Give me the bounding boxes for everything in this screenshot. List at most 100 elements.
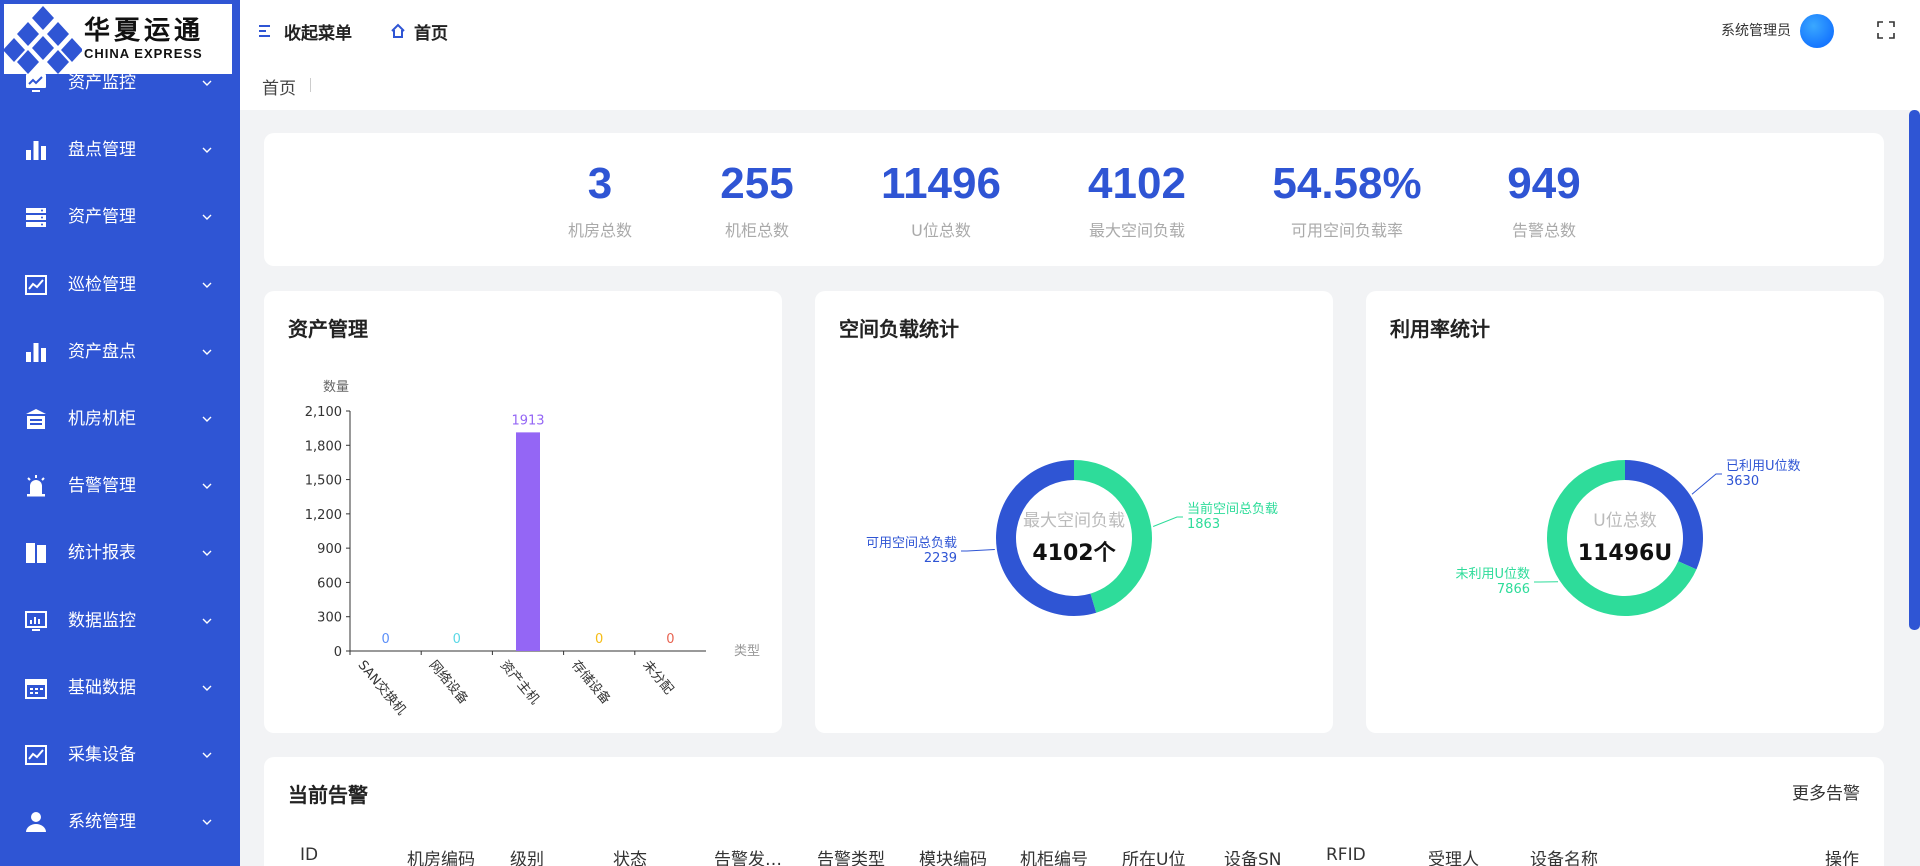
- page-scrollbar[interactable]: [1909, 110, 1920, 630]
- stat-item: 54.58% 可用空间负载率: [1257, 157, 1437, 241]
- alarm-card-title: 当前告警: [288, 783, 368, 807]
- calendar-icon: [25, 678, 47, 699]
- chevron-down-icon: [202, 349, 212, 355]
- sidebar-item-11[interactable]: 采集设备: [0, 735, 240, 775]
- sidebar-item-label: 采集设备: [68, 745, 136, 765]
- avatar[interactable]: [1800, 14, 1834, 48]
- y-tick-label: 1,800: [305, 439, 342, 454]
- y-tick-label: 1,500: [305, 474, 342, 489]
- sidebar-item-label: 系统管理: [68, 812, 136, 833]
- collapse-menu-label: 收起菜单: [284, 23, 352, 44]
- bar-value-label: 0: [666, 632, 674, 647]
- y-tick-label: 2,100: [305, 405, 342, 420]
- table-column-header[interactable]: 级别: [510, 845, 544, 866]
- table-column-header[interactable]: 设备名称: [1530, 845, 1598, 866]
- tab-home[interactable]: 首页: [390, 18, 448, 44]
- table-column-header[interactable]: 操作: [1825, 845, 1859, 866]
- bar: [516, 432, 540, 651]
- table-column-header[interactable]: 设备SN: [1224, 845, 1282, 866]
- bar-value-label: 1913: [511, 413, 544, 428]
- slice-value-label: 3630: [1726, 474, 1759, 489]
- x-tick-label: 未分配: [639, 658, 676, 698]
- table-column-header[interactable]: RFID: [1326, 845, 1366, 865]
- user-name[interactable]: 系统管理员: [1721, 20, 1791, 40]
- sidebar-item-label: 基础数据: [68, 677, 136, 698]
- stat-item: 3 机房总数: [510, 157, 690, 241]
- space-load-card: 空间负载统计 当前空间总负载 1863 可用空间总负载 2239 最大空间负载 4102个: [815, 291, 1333, 733]
- chevron-down-icon: [202, 282, 212, 288]
- donut-slice: [995, 460, 1097, 616]
- sidebar-item-9[interactable]: 数据监控: [0, 601, 240, 641]
- slice-value-label: 2239: [924, 551, 957, 566]
- utilization-card: 利用率统计 已利用U位数 3630 未利用U位数 7866 U位总数 11496U: [1366, 291, 1884, 733]
- sidebar-item-8[interactable]: 统计报表: [0, 533, 240, 573]
- sidebar-item-label: 机房机柜: [68, 409, 136, 429]
- sidebar-item-12[interactable]: 系统管理: [0, 802, 240, 842]
- table-column-header[interactable]: 告警发…: [714, 845, 782, 866]
- chevron-down-icon: [202, 483, 212, 490]
- table-column-header[interactable]: 状态: [613, 845, 647, 866]
- stat-value: 255: [720, 159, 794, 208]
- sidebar-item-label: 盘点管理: [68, 140, 136, 161]
- fullscreen-icon[interactable]: [1876, 20, 1896, 40]
- sidebar-item-4[interactable]: 巡检管理: [0, 265, 240, 305]
- bar-value-label: 0: [381, 632, 389, 647]
- chevron-down-icon: [202, 618, 212, 624]
- bar-value-label: 0: [595, 632, 603, 647]
- stat-label: 可用空间负载率: [1290, 221, 1403, 240]
- line-chart-icon: [25, 274, 47, 295]
- table-column-header[interactable]: 告警类型: [817, 845, 885, 866]
- x-tick-label: 资产主机: [497, 658, 542, 707]
- sidebar-item-label: 数据监控: [68, 610, 136, 631]
- monitor-chart-icon: [26, 74, 46, 92]
- stat-value: 4102: [1088, 159, 1186, 208]
- sidebar-item-2[interactable]: 盘点管理: [0, 130, 240, 170]
- table-column-header[interactable]: 机房编码: [407, 845, 475, 866]
- table-column-header[interactable]: ID: [300, 845, 318, 865]
- more-alarms-link[interactable]: 更多告警: [1792, 779, 1860, 804]
- alarm-card: 当前告警 更多告警 ID 机房编码 级别 状态 告警发… 告警类型 模块编码 机柜编号 所在U位…: [264, 757, 1884, 866]
- table-column-header[interactable]: 机柜编号: [1020, 845, 1088, 866]
- stat-value: 11496: [881, 159, 1001, 208]
- line-chart-icon: [25, 745, 47, 765]
- sidebar-item-3[interactable]: 资产管理: [0, 197, 240, 237]
- logo-chinese: 华夏运通: [84, 16, 205, 46]
- stat-label: 告警总数: [1511, 221, 1576, 240]
- stat-label: 最大空间负载: [1088, 221, 1185, 240]
- sidebar-item-10[interactable]: 基础数据: [0, 668, 240, 708]
- slice-value-label: 1863: [1187, 517, 1220, 532]
- home-icon: [391, 23, 405, 38]
- slice-name-label: 当前空间总负载: [1187, 501, 1278, 517]
- bar-chart-icon: [26, 141, 46, 161]
- y-tick-label: 0: [334, 645, 342, 660]
- chevron-down-icon: [202, 550, 212, 557]
- sidebar-item-1[interactable]: 资产监控: [0, 63, 240, 103]
- breadcrumb-bar: 首页: [240, 62, 1920, 110]
- chevron-down-icon: [202, 685, 212, 691]
- table-column-header[interactable]: 模块编码: [919, 845, 987, 866]
- server-icon: [26, 208, 46, 228]
- stat-item: 255 机柜总数: [667, 157, 847, 241]
- alarm-icon: [27, 475, 45, 497]
- collapse-menu-button[interactable]: 收起菜单: [258, 18, 352, 44]
- x-tick-label: SAN交换机: [355, 657, 410, 718]
- space-load-donut-chart: 当前空间总负载1863 可用空间总负载2239 最大空间负载 4102个: [866, 460, 1278, 616]
- report-icon: [26, 543, 46, 564]
- slice-name-label: 可用空间总负载: [866, 536, 957, 551]
- x-tick-label: 存储设备: [568, 657, 614, 707]
- sidebar-item-label: 巡检管理: [68, 274, 136, 295]
- breadcrumb[interactable]: 首页: [262, 74, 296, 99]
- table-column-header[interactable]: 所在U位: [1122, 845, 1185, 866]
- table-column-header[interactable]: 受理人: [1428, 845, 1479, 866]
- sidebar-item-5[interactable]: 资产盘点: [0, 332, 240, 372]
- sidebar-item-7[interactable]: 告警管理: [0, 466, 240, 506]
- stat-value: 3: [587, 159, 613, 208]
- building-icon: [26, 409, 46, 429]
- user-icon: [26, 812, 46, 833]
- monitor-icon: [25, 610, 47, 631]
- sidebar-item-label: 告警管理: [68, 476, 136, 497]
- sidebar-item-6[interactable]: 机房机柜: [0, 399, 240, 439]
- stats-card: 3 机房总数 255 机柜总数 11496 U位总数 4102 最大空间负载 54.58% 可用空…: [264, 133, 1884, 266]
- x-axis-title: 类型: [734, 644, 760, 659]
- breadcrumb-divider: [310, 78, 311, 92]
